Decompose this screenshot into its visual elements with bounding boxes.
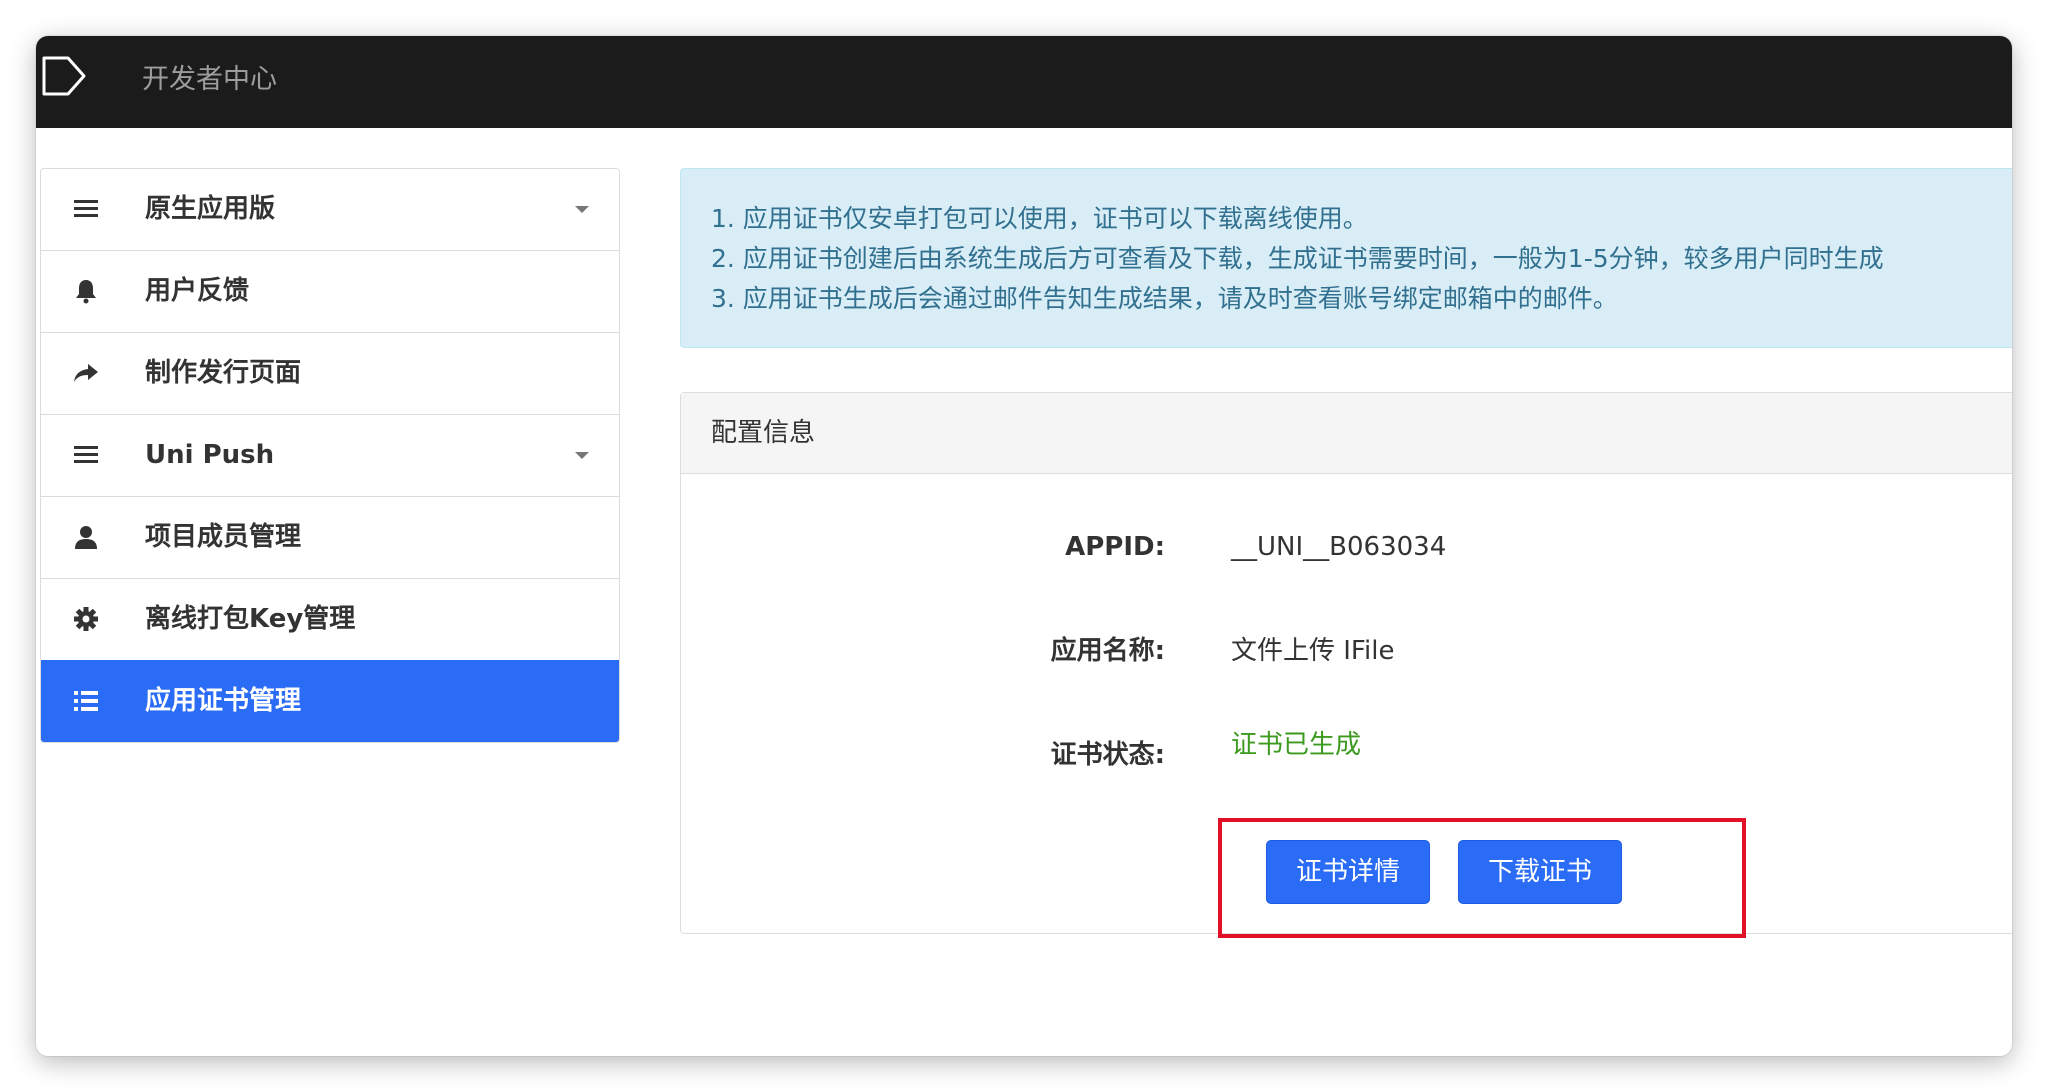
gear-icon <box>74 607 98 631</box>
list-icon <box>74 200 98 217</box>
notice-line: 2. 应用证书创建后由系统生成后方可查看及下载，生成证书需要时间，一般为1-5分… <box>711 244 1884 273</box>
sidebar-item-label: Uni Push <box>145 440 275 470</box>
sidebar-item-label: 离线打包Key管理 <box>145 604 356 634</box>
caret-down-icon <box>575 206 589 213</box>
app-window: 开发者中心 原生应用版 用户反馈 制作发行页面 Uni Push 项目成员管理 … <box>36 36 2012 1056</box>
sidebar: 原生应用版 用户反馈 制作发行页面 Uni Push 项目成员管理 离线打包Ke… <box>40 168 620 743</box>
caret-down-icon <box>575 452 589 459</box>
user-icon <box>75 526 97 549</box>
sidebar-item-label: 制作发行页面 <box>145 358 302 388</box>
sidebar-item-members[interactable]: 项目成员管理 <box>41 496 619 578</box>
sidebar-item-feedback[interactable]: 用户反馈 <box>41 250 619 332</box>
app-name-value: 文件上传 IFile <box>1231 636 1395 666</box>
sidebar-item-uni-push[interactable]: Uni Push <box>41 414 619 496</box>
share-arrow-icon <box>74 364 98 382</box>
sidebar-item-label: 用户反馈 <box>145 276 250 306</box>
panel-header: 配置信息 <box>681 393 2012 474</box>
sidebar-item-label: 项目成员管理 <box>145 522 302 552</box>
appid-label: APPID: <box>1065 532 1165 562</box>
notice-line: 1. 应用证书仅安卓打包可以使用，证书可以下载离线使用。 <box>711 204 1368 233</box>
sidebar-item-label: 原生应用版 <box>145 194 276 224</box>
site-title[interactable]: 开发者中心 <box>142 60 277 100</box>
bell-icon <box>76 280 96 304</box>
top-navbar: 开发者中心 <box>36 36 2012 128</box>
list-bullets-icon <box>74 691 98 711</box>
cert-details-button[interactable]: 证书详情 <box>1266 840 1430 904</box>
cert-status-value: 证书已生成 <box>1231 730 1362 760</box>
notice-line: 3. 应用证书生成后会通过邮件告知生成结果，请及时查看账号绑定邮箱中的邮件。 <box>711 284 1618 313</box>
sidebar-item-certificates[interactable]: 应用证书管理 <box>41 660 619 742</box>
panel-title: 配置信息 <box>711 418 816 448</box>
sidebar-item-label: 应用证书管理 <box>145 686 302 716</box>
logo-icon[interactable] <box>40 54 90 98</box>
list-icon <box>74 446 98 463</box>
download-cert-button[interactable]: 下载证书 <box>1458 840 1622 904</box>
cert-status-label: 证书状态: <box>1050 740 1165 770</box>
notice-box: 1. 应用证书仅安卓打包可以使用，证书可以下载离线使用。 2. 应用证书创建后由… <box>680 168 2012 348</box>
sidebar-item-release-page[interactable]: 制作发行页面 <box>41 332 619 414</box>
sidebar-item-native-app[interactable]: 原生应用版 <box>41 169 619 250</box>
sidebar-item-offline-key[interactable]: 离线打包Key管理 <box>41 578 619 660</box>
appid-value: __UNI__B063034 <box>1231 532 1447 562</box>
app-name-label: 应用名称: <box>1050 636 1165 666</box>
